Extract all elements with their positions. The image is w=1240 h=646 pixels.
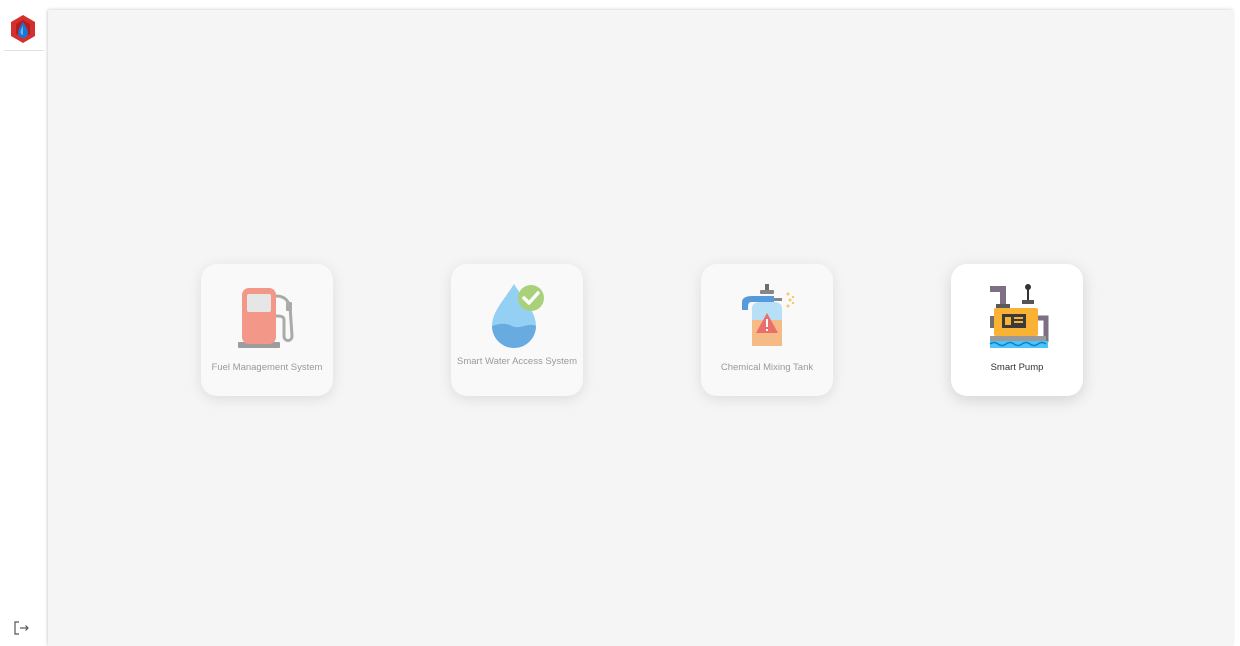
water-drop-check-icon — [484, 280, 550, 350]
smart-pump-icon — [984, 280, 1050, 350]
app-card-chemical-tank[interactable]: Chemical Mixing Tank — [701, 264, 833, 396]
sidebar-divider — [4, 50, 44, 51]
app-card-label: Chemical Mixing Tank — [720, 362, 814, 373]
app-card-smart-water[interactable]: Smart Water Access System — [451, 264, 583, 396]
sidebar — [0, 0, 48, 646]
app-card-label: Smart Pump — [990, 362, 1044, 373]
app-card-smart-pump[interactable]: Smart Pump — [951, 264, 1083, 396]
logout-icon[interactable] — [13, 620, 31, 636]
fuel-pump-icon — [234, 280, 300, 350]
app-card-fuel-management[interactable]: Fuel Management System — [201, 264, 333, 396]
app-root: Fuel Management System Smart Water Acces… — [0, 0, 1240, 646]
company-logo-icon[interactable] — [8, 14, 38, 44]
app-card-label: Smart Water Access System — [457, 356, 578, 367]
chemical-tank-icon — [734, 280, 800, 350]
app-card-label: Fuel Management System — [211, 362, 323, 373]
main-content: Fuel Management System Smart Water Acces… — [48, 10, 1233, 646]
